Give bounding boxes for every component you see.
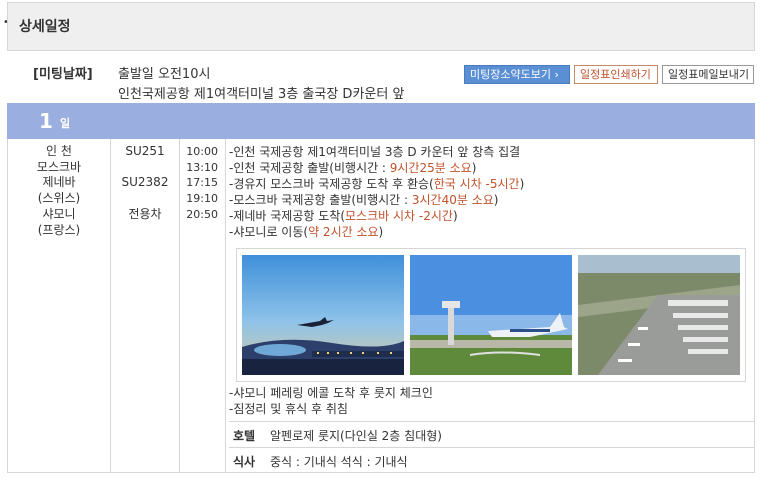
- schedule-item: -모스크바 국제공항 출발(비행시간 : 3시간40분 소요): [229, 193, 499, 207]
- transport-item: [111, 191, 179, 207]
- schedule-item: -인천 국제공항 출발(비행시간 : 9시간25분 소요): [229, 161, 477, 175]
- day-unit: 일: [60, 117, 71, 130]
- city-item: (스위스): [37, 191, 81, 206]
- city-item: 모스크바: [36, 159, 82, 174]
- evening-schedule: -샤모니 페레링 에콜 도착 후 룻지 체크인 -짐정리 및 휴식 후 취침: [229, 385, 433, 417]
- meeting-label: [미팅날짜]: [33, 67, 93, 82]
- transport-item: [111, 160, 179, 176]
- schedule-item: -제네바 국제공항 도착(모스크바 시차 -2시간): [229, 209, 458, 223]
- city-item: 샤모니: [42, 206, 76, 221]
- meal-value: 중식 : 기내식 석식 : 기내식: [270, 455, 408, 469]
- transport-item: SU251: [125, 144, 165, 158]
- city-item: 제네바: [42, 175, 76, 190]
- time-item: 20:50: [186, 207, 218, 221]
- schedule-column: -인천 국제공항 제1여객터미널 3층 D 카운터 앞 창측 집결 -인천 국제…: [229, 144, 524, 240]
- time-item: 17:15: [186, 176, 218, 190]
- schedule-item: -경유지 모스크바 국제공항 도착 후 환승(한국 시차 -5시간): [229, 177, 525, 191]
- meeting-place: 인천국제공항 제1여객터미널 3층 출국장 D카운터 앞: [118, 87, 405, 102]
- day-number: 1: [39, 109, 53, 133]
- day-header: 1 일: [7, 103, 755, 139]
- time-item: 19:10: [186, 192, 218, 206]
- schedule-item: -짐정리 및 휴식 후 취침: [229, 402, 348, 416]
- airport-tower-photo[interactable]: [410, 255, 572, 375]
- transport-item: SU2382: [121, 175, 169, 190]
- city-column: 인 천 모스크바 제네바 (스위스) 샤모니 (프랑스): [8, 144, 110, 238]
- meeting-map-button[interactable]: 미팅장소약도보기 ›: [464, 65, 570, 84]
- section-header: 상세일정: [7, 2, 755, 51]
- transport-item: 전용차: [128, 206, 162, 221]
- city-item: 인 천: [46, 144, 72, 158]
- section-title: 상세일정: [19, 19, 71, 35]
- time-column: 10:00 13:10 17:15 19:10 20:50: [180, 144, 218, 223]
- airport-aerial-photo[interactable]: [578, 255, 740, 375]
- schedule-item: -인천 국제공항 제1여객터미널 3층 D 카운터 앞 창측 집결: [229, 145, 521, 159]
- email-itinerary-button[interactable]: 일정표메일보내기: [662, 65, 754, 84]
- transport-column: SU251 SU2382 전용차: [111, 144, 179, 223]
- print-itinerary-button[interactable]: 일정표인쇄하기: [574, 65, 658, 84]
- hotel-value: 알펜로제 룻지(다인실 2층 침대형): [270, 429, 442, 443]
- time-item: 13:10: [186, 160, 218, 174]
- schedule-item: -샤모니 페레링 에콜 도착 후 룻지 체크인: [229, 386, 433, 400]
- column-divider: [225, 139, 226, 473]
- schedule-item: -샤모니로 이동(약 2시간 소요): [229, 225, 384, 239]
- meal-label: 식사: [233, 455, 256, 469]
- airport-sunset-photo[interactable]: [242, 255, 404, 375]
- meeting-time: 출발일 오전10시: [118, 67, 211, 82]
- row-divider: [229, 421, 755, 422]
- row-divider: [229, 447, 755, 448]
- time-item: 10:00: [186, 145, 218, 158]
- city-item: (프랑스): [37, 222, 81, 237]
- hotel-label: 호텔: [233, 429, 256, 443]
